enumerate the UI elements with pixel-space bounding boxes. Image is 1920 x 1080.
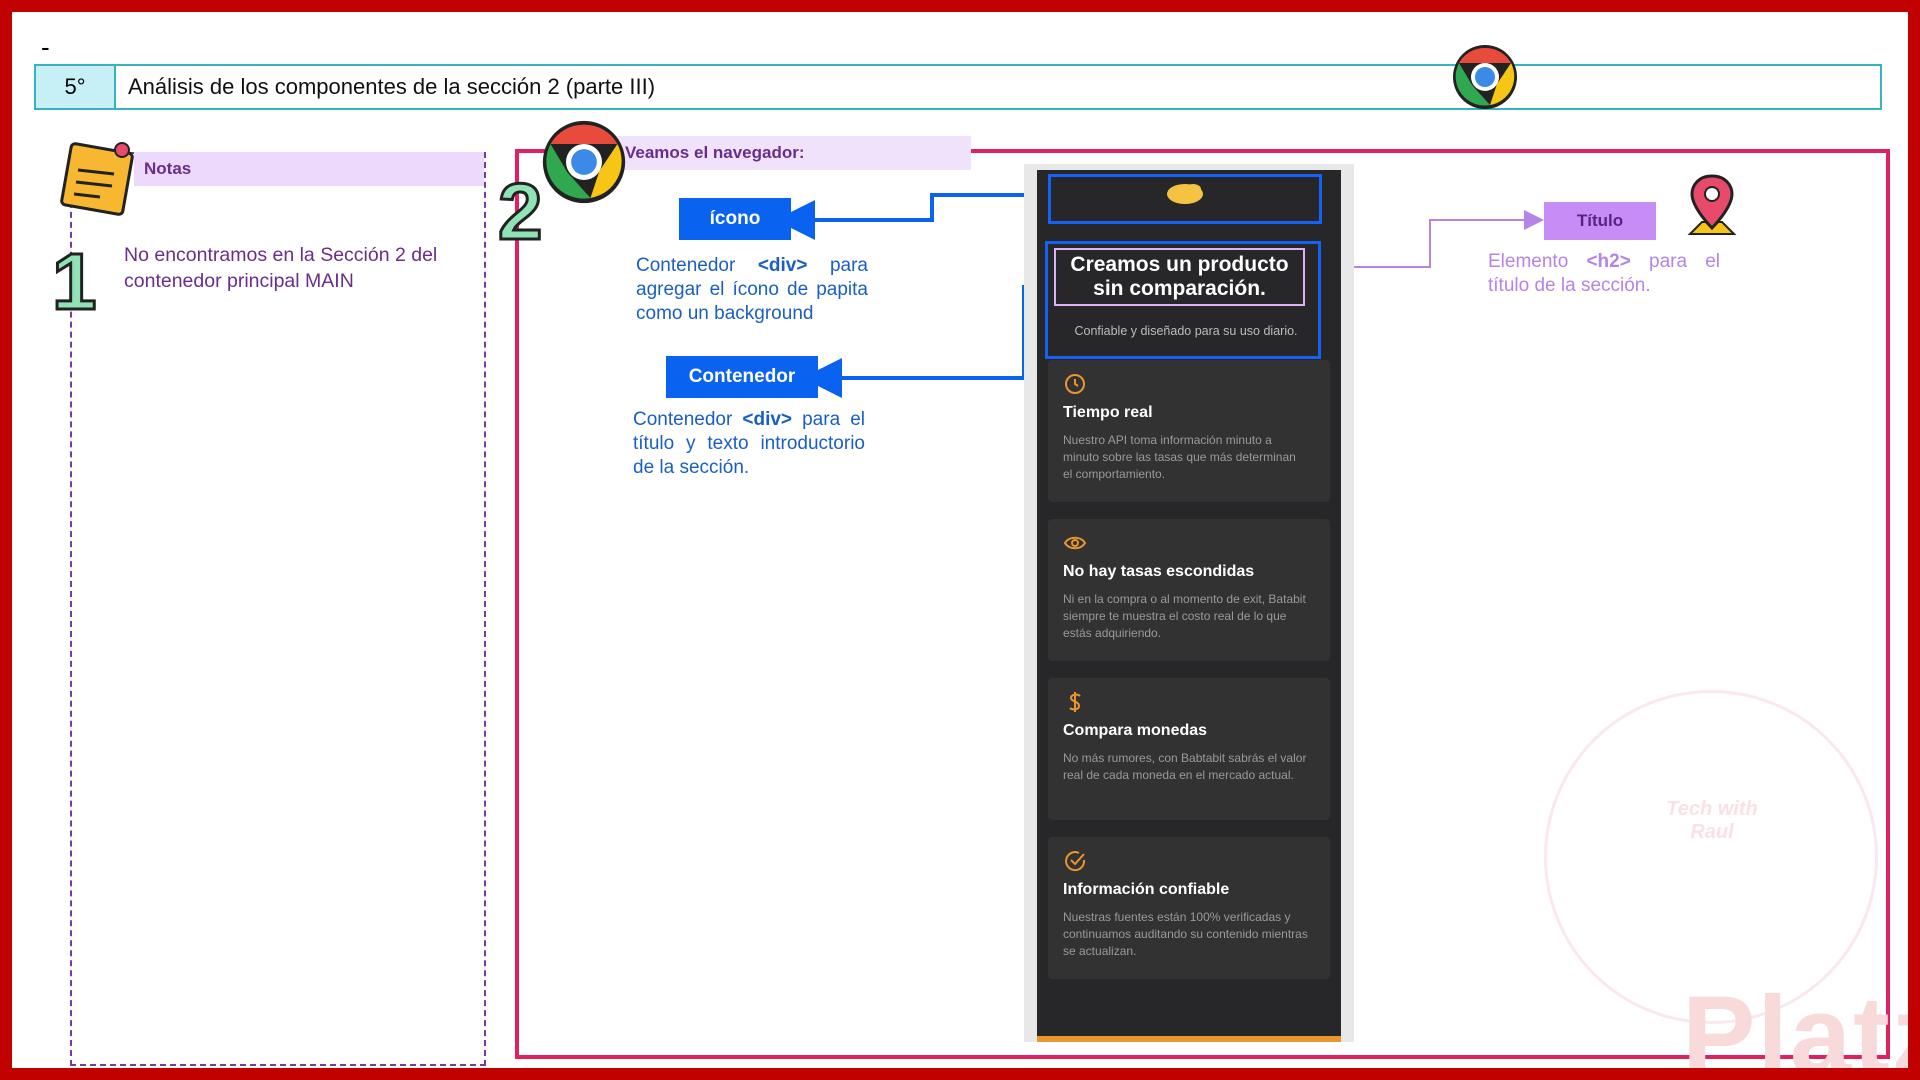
feature-card-desc: Nuestro API toma información minuto a mi… [1063,433,1296,481]
eye-icon [1063,536,1087,550]
feature-card: Compara monedas No más rumores, con Babt… [1048,678,1330,820]
section-heading: Creamos un producto sin comparación. [1054,248,1305,306]
icon-container-highlight [1048,174,1322,224]
slide: - 5° Análisis de los componentes de la s… [12,12,1908,1068]
section-subtitle: Confiable y diseñado para su uso diario. [1074,324,1298,338]
phone-bottom-bar [1037,1036,1341,1042]
clock-icon [1065,374,1085,394]
feature-card: Tiempo real Nuestro API toma información… [1048,360,1330,502]
feature-card: No hay tasas escondidas Ni en la compra … [1048,519,1330,661]
platzi-watermark: Platzi [1682,974,1908,1068]
feature-card-title: No hay tasas escondidas [1063,563,1255,580]
feature-card-title: Información confiable [1063,881,1230,898]
watermark-logo-text: Tech with Raul [1666,798,1758,843]
feature-card: Información confiable Nuestras fuentes e… [1048,837,1330,979]
feature-card-title: Tiempo real [1063,404,1153,421]
check-circle-icon [1065,851,1086,872]
feature-card-desc: Ni en la compra o al momento de exit, Ba… [1063,592,1306,640]
feature-card-desc: No más rumores, con Babtabit sabrás el v… [1063,751,1307,782]
feature-card-desc: Nuestras fuentes están 100% verificadas … [1063,910,1308,958]
feature-card-title: Compara monedas [1063,722,1208,739]
dollar-icon [1069,692,1081,712]
